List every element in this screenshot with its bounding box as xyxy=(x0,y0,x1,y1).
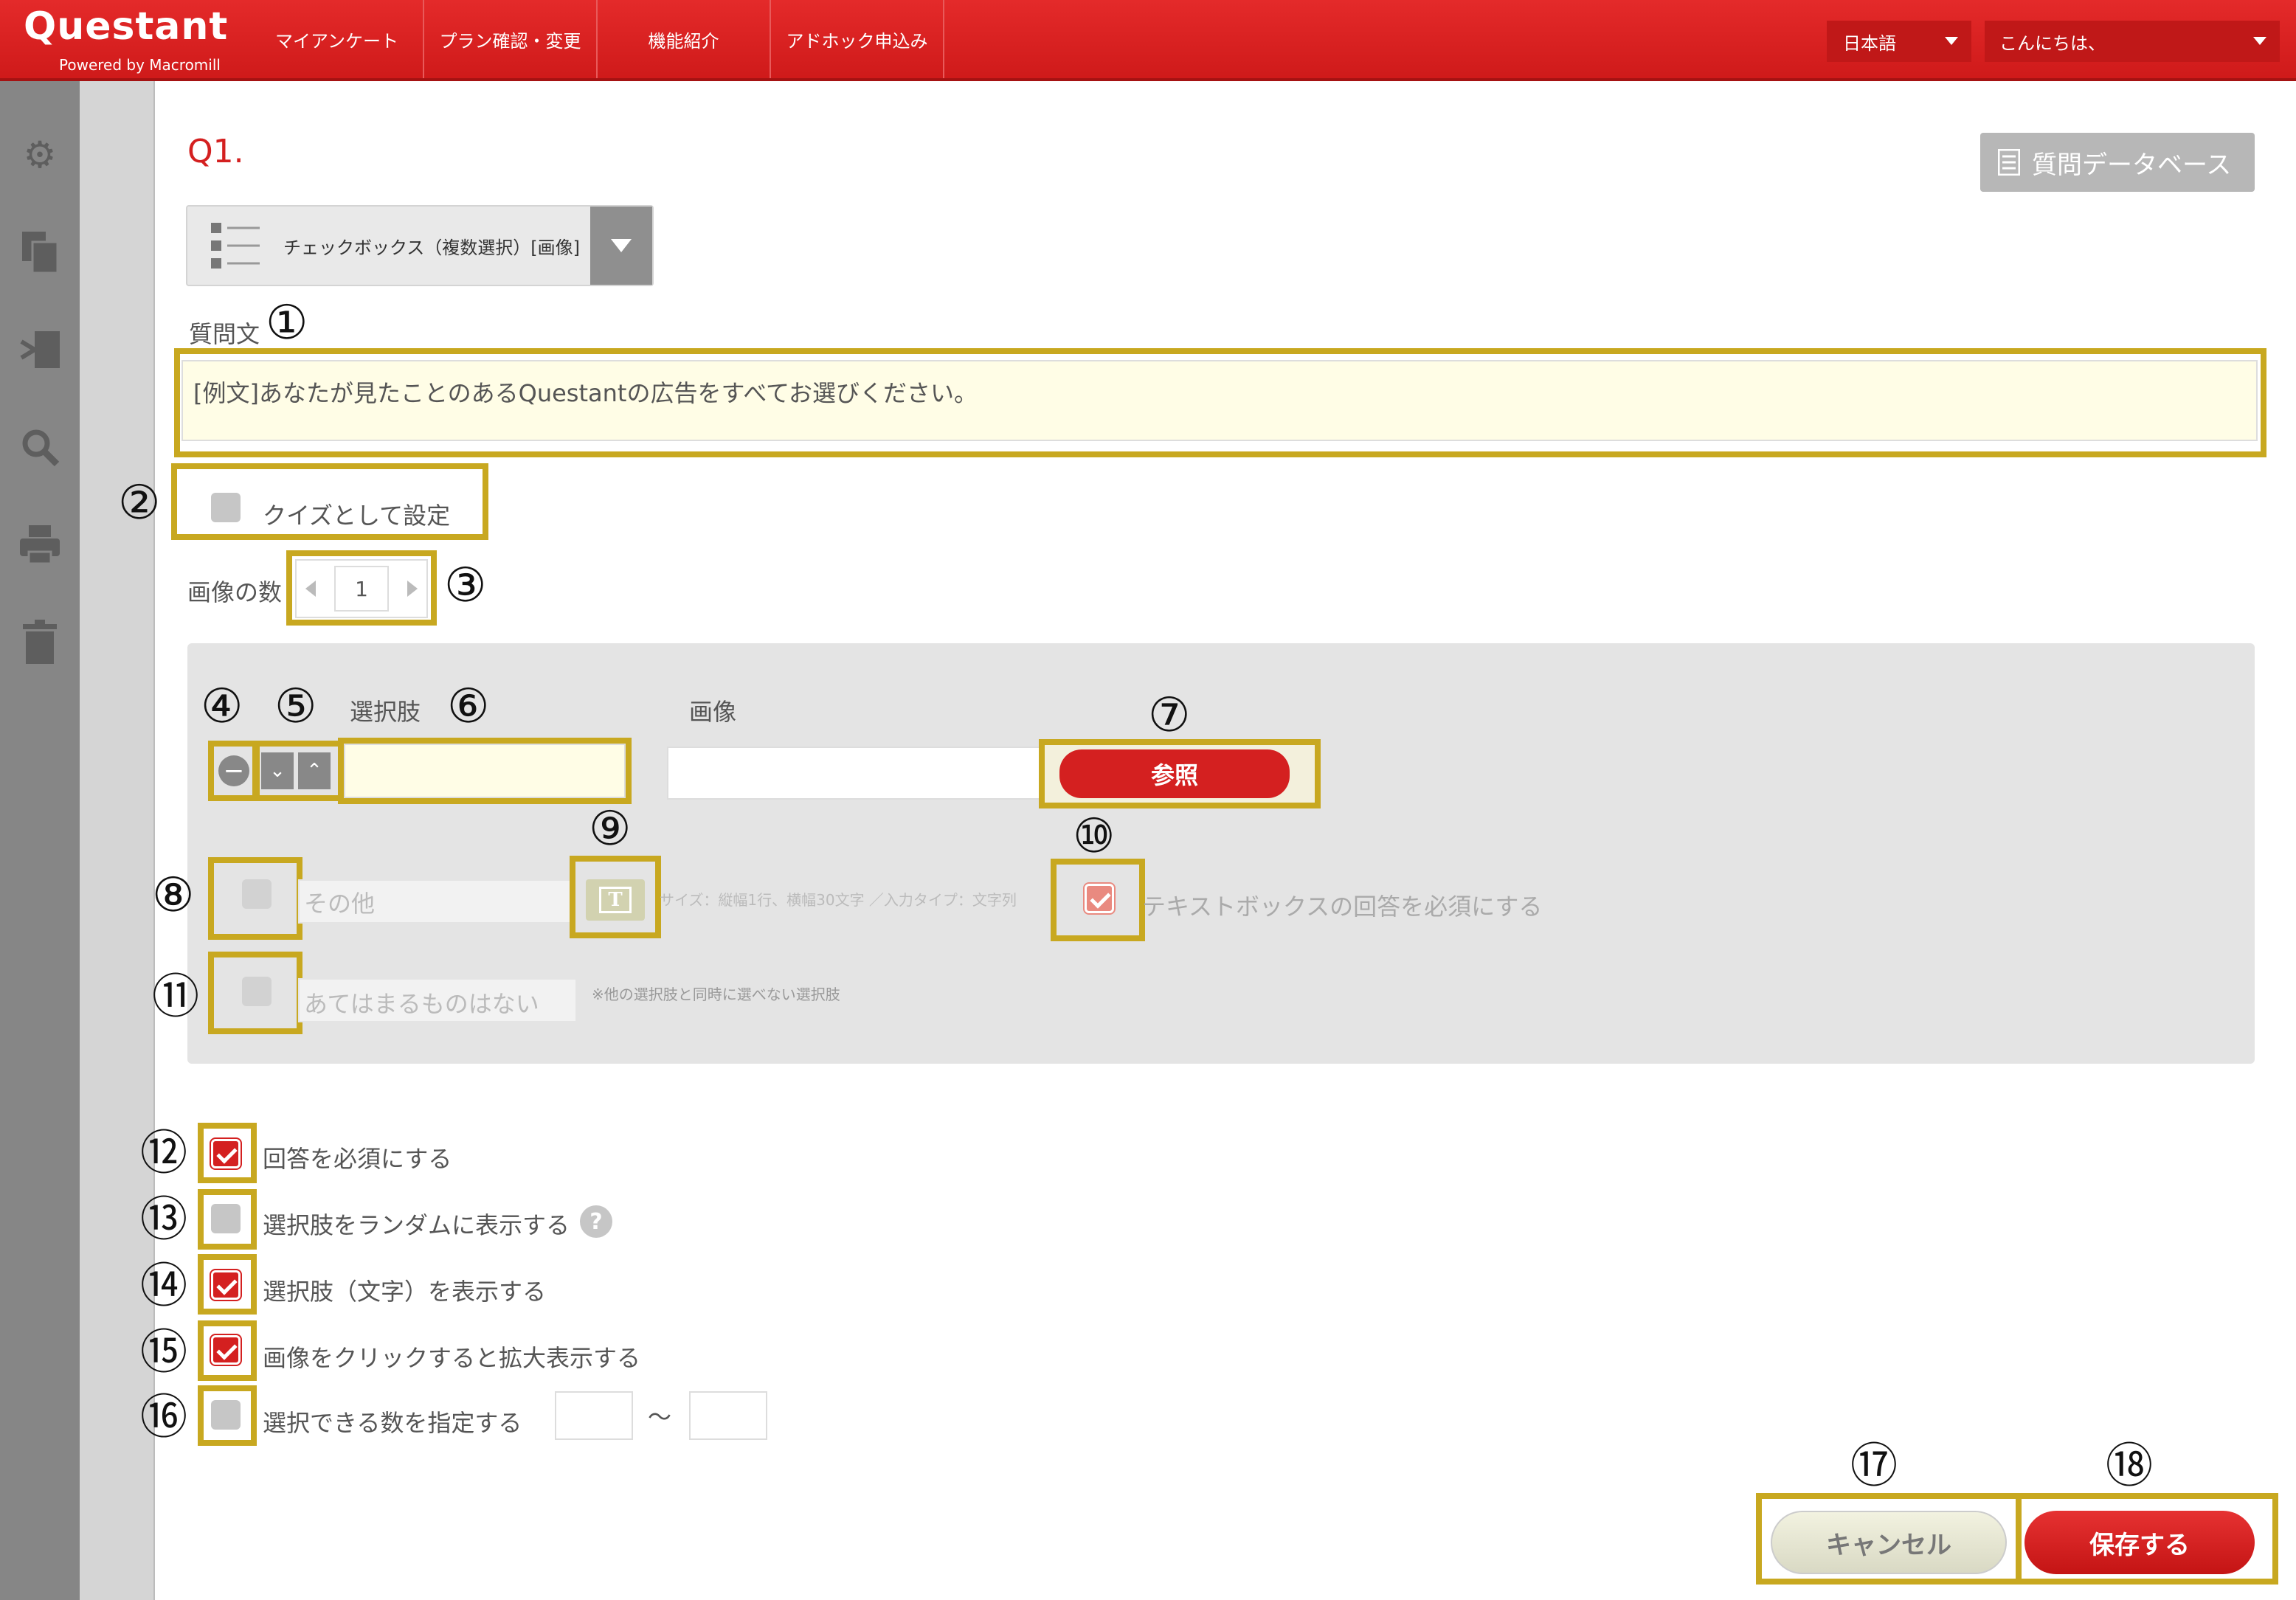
quiz-checkbox[interactable] xyxy=(211,493,241,522)
choice-text-input[interactable] xyxy=(344,744,626,798)
question-database-button[interactable]: 質問データベース xyxy=(1980,133,2255,192)
option-required-label: 回答を必須にする xyxy=(263,1145,452,1173)
annotation-13: ⑬ xyxy=(140,1193,187,1247)
print-icon[interactable] xyxy=(16,521,63,568)
chevron-down-icon xyxy=(2253,37,2266,45)
none-label: あてはまるものはない xyxy=(304,990,539,1018)
option-limit-checkbox[interactable] xyxy=(211,1400,241,1430)
annotation-10: ⑩ xyxy=(1073,809,1116,864)
chevron-down-icon xyxy=(1945,37,1958,45)
quiz-label: クイズとして設定 xyxy=(263,502,451,530)
annotation-6: ⑥ xyxy=(447,679,490,734)
image-header: 画像 xyxy=(689,698,737,726)
highlight-image-count xyxy=(286,550,437,626)
move-up-icon[interactable]: ⌃ xyxy=(298,752,331,789)
option-show-text-label: 選択肢（文字）を表示する xyxy=(263,1278,547,1306)
nav-plan[interactable]: プラン確認・変更 xyxy=(424,0,598,78)
gear-icon[interactable]: ⚙ xyxy=(16,131,63,179)
main-nav: マイアンケート プラン確認・変更 機能紹介 アドホック申込み xyxy=(251,0,944,78)
option-required-checkbox[interactable] xyxy=(211,1139,241,1168)
nav-features[interactable]: 機能紹介 xyxy=(598,0,771,78)
list-icon xyxy=(1998,149,2020,176)
user-menu[interactable]: こんにちは、 xyxy=(1985,21,2280,62)
option-show-text-checkbox[interactable] xyxy=(211,1270,241,1300)
annotation-4: ④ xyxy=(201,679,243,734)
branch-icon[interactable] xyxy=(16,326,63,373)
text-icon: T xyxy=(599,887,632,913)
textbox-required-checkbox[interactable] xyxy=(1085,884,1114,913)
other-note: サイズ：縦幅1行、横幅30文字 ／入力タイプ：文字列 xyxy=(660,891,1017,909)
annotation-16: ⑯ xyxy=(140,1391,187,1445)
annotation-8: ⑧ xyxy=(152,868,195,923)
chevron-down-icon[interactable] xyxy=(590,207,652,285)
annotation-3: ③ xyxy=(444,558,487,613)
annotation-2: ② xyxy=(118,476,161,530)
question-number: Q1. xyxy=(187,133,244,170)
help-icon[interactable]: ? xyxy=(580,1205,612,1238)
choice-header: 選択肢 xyxy=(350,698,421,726)
other-label: その他 xyxy=(304,890,376,918)
language-select[interactable]: 日本語 xyxy=(1827,21,1971,62)
other-checkbox[interactable] xyxy=(242,879,272,909)
annotation-15: ⑮ xyxy=(140,1326,187,1380)
question-text-label: 質問文 xyxy=(189,320,260,348)
question-type-label: チェックボックス（複数選択）[画像] xyxy=(283,237,581,258)
move-down-icon[interactable]: ⌄ xyxy=(261,752,294,789)
limit-max-input[interactable] xyxy=(689,1391,767,1440)
none-note: ※他の選択肢と同時に選べない選択肢 xyxy=(592,986,840,1003)
language-value: 日本語 xyxy=(1843,32,1896,54)
annotation-14: ⑭ xyxy=(140,1259,187,1314)
range-separator: 〜 xyxy=(648,1403,672,1431)
question-database-label: 質問データベース xyxy=(2032,150,2232,180)
sidebar: ⚙ xyxy=(0,81,80,1600)
image-count-label: 画像の数 xyxy=(187,578,283,606)
annotation-5: ⑤ xyxy=(274,679,317,734)
nav-adhoc[interactable]: アドホック申込み xyxy=(771,0,944,78)
option-random-checkbox[interactable] xyxy=(211,1204,241,1233)
annotation-18: ⑱ xyxy=(2106,1439,2153,1494)
trash-icon[interactable] xyxy=(16,618,63,665)
question-text-input[interactable]: [例文]あなたが見たことのあるQuestantの広告をすべてお選びください。 xyxy=(181,360,2258,441)
limit-min-input[interactable] xyxy=(555,1391,633,1440)
remove-choice-icon[interactable]: − xyxy=(218,755,249,786)
browse-button[interactable]: 参照 xyxy=(1059,749,1290,798)
annotation-9: ⑨ xyxy=(589,802,632,856)
option-zoom-label: 画像をクリックすると拡大表示する xyxy=(263,1344,641,1372)
textbox-required-label: テキストボックスの回答を必須にする xyxy=(1142,893,1543,921)
nav-my-survey[interactable]: マイアンケート xyxy=(251,0,424,78)
save-button[interactable]: 保存する xyxy=(2024,1511,2255,1574)
annotation-1: ① xyxy=(266,296,308,350)
top-header: Questant Powered by Macromill マイアンケート プラ… xyxy=(0,0,2296,81)
annotation-7: ⑦ xyxy=(1148,688,1191,743)
none-checkbox[interactable] xyxy=(242,977,272,1006)
cancel-button[interactable]: キャンセル xyxy=(1771,1511,2007,1574)
copy-icon[interactable] xyxy=(16,229,63,276)
option-zoom-checkbox[interactable] xyxy=(211,1335,241,1365)
question-type-select[interactable]: チェックボックス（複数選択）[画像] xyxy=(186,205,654,286)
checklist-icon xyxy=(211,223,260,269)
search-icon[interactable] xyxy=(16,423,63,471)
annotation-12: ⑫ xyxy=(140,1126,187,1181)
image-path-input[interactable] xyxy=(667,747,1042,800)
annotation-17: ⑰ xyxy=(1850,1439,1898,1494)
greeting-text: こんにちは、 xyxy=(1999,32,2106,54)
annotation-11: ⑪ xyxy=(152,970,199,1025)
option-random-label: 選択肢をランダムに表示する xyxy=(263,1211,570,1239)
logo[interactable]: Questant xyxy=(24,4,228,49)
text-settings-button[interactable]: T xyxy=(586,879,645,921)
logo-subtitle: Powered by Macromill xyxy=(59,56,221,74)
option-limit-label: 選択できる数を指定する xyxy=(263,1409,522,1437)
